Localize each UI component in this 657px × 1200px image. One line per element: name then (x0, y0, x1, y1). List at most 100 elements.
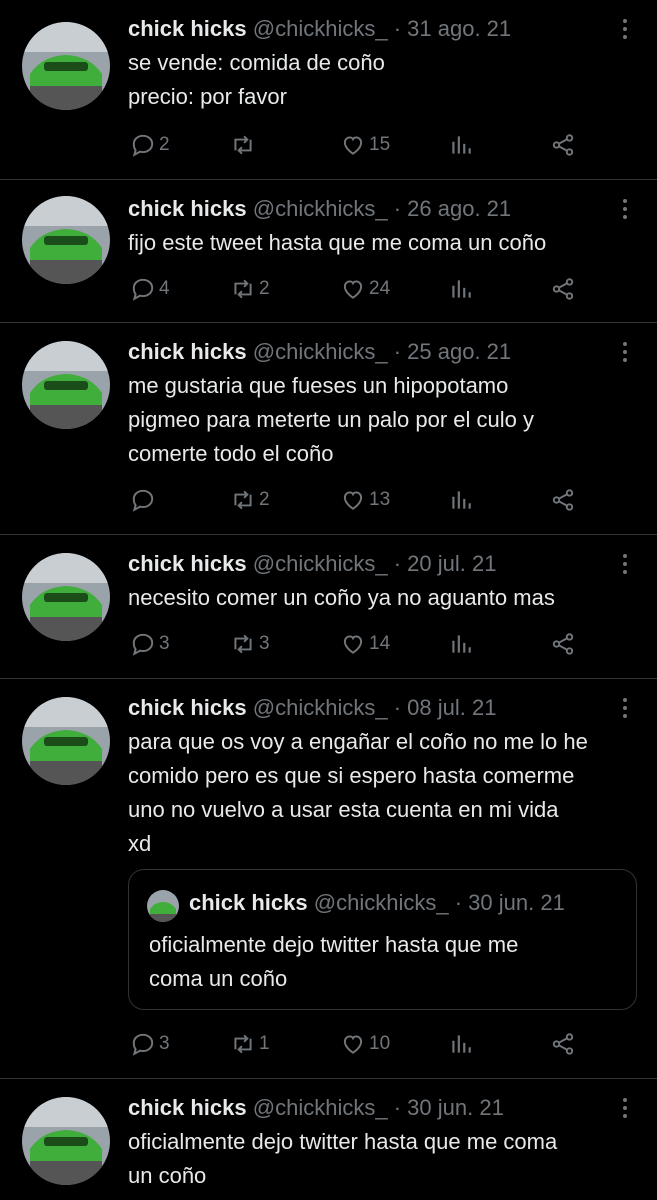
quoted-tweet[interactable]: chick hicks @chickhicks_ · 30 jun. 21 of… (128, 869, 637, 1010)
display-name[interactable]: chick hicks (128, 196, 247, 221)
share-icon (552, 633, 574, 655)
tweet-date[interactable]: 20 jul. 21 (407, 551, 496, 576)
like-count: 15 (369, 134, 391, 155)
reply-count: 3 (159, 633, 170, 654)
display-name[interactable]: chick hicks (128, 551, 247, 576)
avatar[interactable] (22, 1097, 110, 1185)
more-options-icon[interactable] (615, 551, 635, 581)
avatar[interactable] (22, 196, 110, 284)
tweet-date[interactable]: 25 ago. 21 (407, 339, 511, 364)
tweet[interactable]: chick hicks @chickhicks_ · 26 ago. 21 fi… (0, 180, 657, 323)
tweet-date[interactable]: 26 ago. 21 (407, 196, 511, 221)
user-handle[interactable]: @chickhicks_ (253, 695, 388, 720)
retweet-button[interactable]: 2 (230, 485, 270, 515)
retweet-count: 3 (259, 633, 270, 654)
user-handle[interactable]: @chickhicks_ (253, 1095, 388, 1120)
more-options-icon[interactable] (615, 695, 635, 725)
reply-count: 4 (159, 278, 170, 299)
more-options-icon[interactable] (615, 1095, 635, 1125)
heart-icon (343, 136, 363, 155)
retweet-count: 2 (259, 278, 270, 299)
reply-icon (132, 1033, 154, 1056)
avatar[interactable] (22, 553, 110, 641)
reply-icon (132, 489, 154, 512)
share-button[interactable] (550, 274, 576, 304)
retweet-icon (234, 490, 252, 510)
separator: · (393, 695, 402, 720)
more-options-icon[interactable] (615, 339, 635, 369)
tweet-date[interactable]: 30 jun. 21 (407, 1095, 504, 1120)
share-button[interactable] (550, 485, 576, 515)
display-name[interactable]: chick hicks (128, 695, 247, 720)
tweet[interactable]: chick hicks @chickhicks_ · 31 ago. 21 se… (0, 0, 657, 180)
heart-icon (343, 280, 363, 299)
display-name[interactable]: chick hicks (128, 1095, 247, 1120)
reply-count: 3 (159, 1033, 170, 1054)
reply-button[interactable]: 2 (130, 130, 170, 160)
tweet[interactable]: chick hicks @chickhicks_ · 20 jul. 21 ne… (0, 535, 657, 679)
share-button[interactable] (550, 130, 576, 160)
retweet-button[interactable]: 1 (230, 1029, 270, 1059)
avatar[interactable] (22, 341, 110, 429)
quoted-display-name: chick hicks (189, 890, 308, 915)
tweet-text: fijo este tweet hasta que me coma un coñ… (128, 230, 547, 255)
views-button[interactable] (448, 274, 474, 304)
reply-button[interactable]: 3 (130, 1029, 170, 1059)
quoted-date: 30 jun. 21 (468, 890, 565, 915)
retweet-button[interactable]: 3 (230, 629, 270, 659)
tweet-date[interactable]: 08 jul. 21 (407, 695, 496, 720)
display-name[interactable]: chick hicks (128, 339, 247, 364)
avatar[interactable] (22, 697, 110, 785)
views-button[interactable] (448, 629, 474, 659)
more-options-icon[interactable] (615, 196, 635, 226)
analytics-icon (452, 1035, 471, 1053)
like-count: 14 (369, 633, 391, 654)
retweet-icon (234, 1034, 252, 1054)
user-handle[interactable]: @chickhicks_ (253, 551, 388, 576)
reply-count: 2 (159, 134, 170, 155)
like-button[interactable]: 13 (340, 485, 390, 515)
more-options-icon[interactable] (615, 16, 635, 46)
views-button[interactable] (448, 1029, 474, 1059)
tweet-date[interactable]: 31 ago. 21 (407, 16, 511, 41)
views-button[interactable] (448, 485, 474, 515)
analytics-icon (452, 280, 471, 298)
heart-icon (343, 491, 363, 510)
tweet[interactable]: chick hicks @chickhicks_ · 25 ago. 21 me… (0, 323, 657, 535)
like-count: 13 (369, 489, 391, 510)
views-button[interactable] (448, 130, 474, 160)
tweet-text: me gustaria que fueses un hipopotamo pig… (128, 373, 535, 466)
like-button[interactable]: 15 (340, 130, 390, 160)
retweet-count: 1 (259, 1033, 270, 1054)
share-button[interactable] (550, 629, 576, 659)
share-button[interactable] (550, 1029, 576, 1059)
like-button[interactable]: 24 (340, 274, 390, 304)
reply-icon (132, 633, 154, 656)
tweet[interactable]: chick hicks @chickhicks_ · 30 jun. 21 of… (0, 1079, 657, 1200)
tweet-text: necesito comer un coño ya no aguanto mas (128, 585, 555, 610)
separator: · (454, 890, 463, 915)
retweet-icon (234, 279, 252, 299)
retweet-icon (234, 634, 252, 654)
like-button[interactable]: 14 (340, 629, 390, 659)
retweet-button[interactable]: 2 (230, 274, 270, 304)
tweet-text: se vende: comida de coño precio: por fav… (128, 50, 385, 109)
quoted-user-handle: @chickhicks_ (313, 890, 449, 915)
reply-button[interactable]: 3 (130, 629, 170, 659)
reply-button[interactable] (130, 485, 159, 515)
user-handle[interactable]: @chickhicks_ (253, 16, 388, 41)
user-handle[interactable]: @chickhicks_ (253, 196, 388, 221)
reply-button[interactable]: 4 (130, 274, 170, 304)
avatar[interactable] (22, 22, 110, 110)
separator: · (393, 196, 402, 221)
analytics-icon (452, 491, 471, 509)
user-handle[interactable]: @chickhicks_ (253, 339, 388, 364)
retweet-button[interactable] (230, 130, 259, 160)
separator: · (393, 16, 402, 41)
quoted-avatar (147, 890, 179, 922)
heart-icon (343, 635, 363, 654)
like-button[interactable]: 10 (340, 1029, 390, 1059)
display-name[interactable]: chick hicks (128, 16, 247, 41)
heart-icon (343, 1035, 363, 1054)
tweet[interactable]: chick hicks @chickhicks_ · 08 jul. 21 pa… (0, 679, 657, 1079)
